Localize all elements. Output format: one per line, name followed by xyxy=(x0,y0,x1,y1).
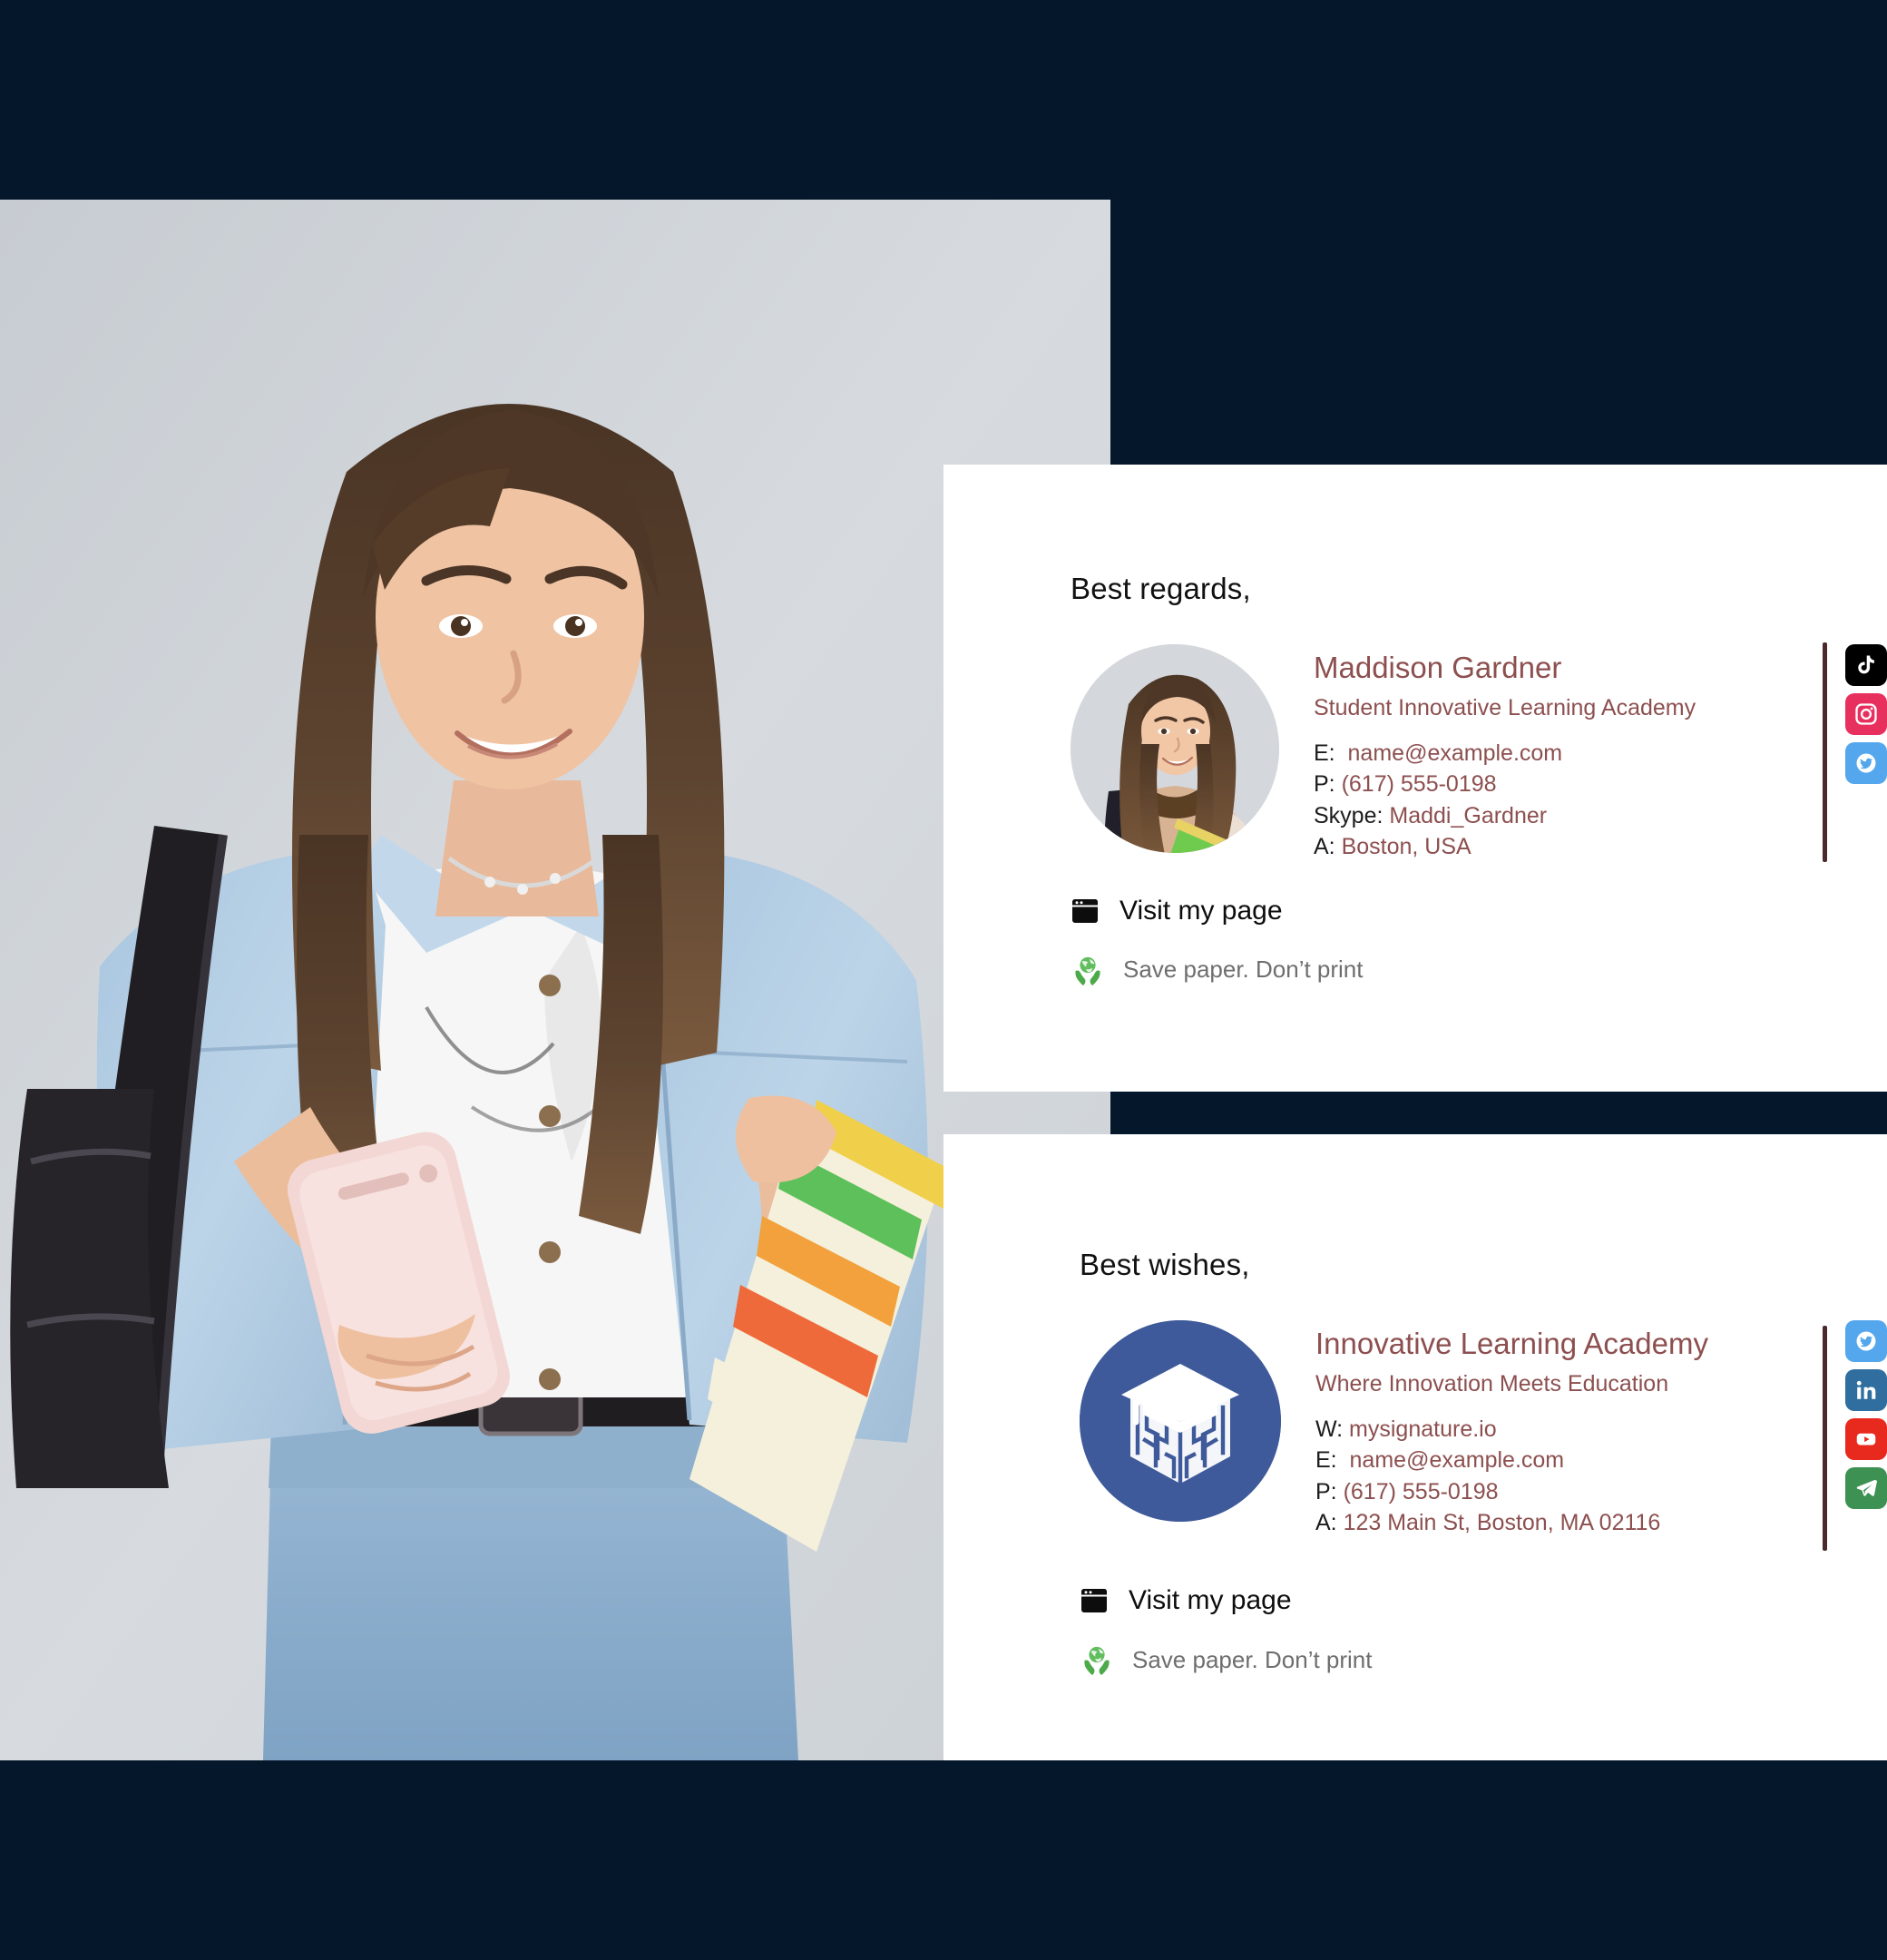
signature-details: Maddison Gardner Student Innovative Lear… xyxy=(1314,644,1804,863)
company-signature-card: Best wishes, Innovative Learning Academy… xyxy=(944,1134,1887,1760)
eco-note-label: Save paper. Don’t print xyxy=(1132,1645,1373,1673)
tiktok-glyph xyxy=(1858,655,1874,674)
company-tagline: Where Innovation Meets Education xyxy=(1315,1371,1669,1397)
browser-window-icon xyxy=(1081,1589,1107,1612)
youtube-glyph xyxy=(1856,1433,1876,1446)
eco-note: Save paper. Don’t print xyxy=(1072,954,1887,986)
avatar xyxy=(1071,644,1279,853)
contact-row-skype[interactable]: Skype: Maddi_Gardner xyxy=(1314,800,1804,832)
contact-label: A: xyxy=(1315,1510,1337,1536)
signature-body: Innovative Learning Academy Where Innova… xyxy=(1080,1320,1887,1551)
contact-value: Boston, USA xyxy=(1341,834,1471,860)
twitter-glyph xyxy=(1856,753,1876,773)
contact-list: E: name@example.com P: (617) 555-0198 Sk… xyxy=(1314,738,1804,863)
student-signature-card: Best regards, Maddison Gardner Student I… xyxy=(944,465,1887,1092)
paper-plane-glyph xyxy=(1856,1479,1877,1496)
contact-row-email[interactable]: E: name@example.com xyxy=(1314,738,1804,769)
company-logo xyxy=(1080,1320,1281,1522)
contact-value[interactable]: (617) 555-0198 xyxy=(1342,771,1497,797)
contact-row-email[interactable]: E: name@example.com xyxy=(1315,1445,1804,1476)
twitter-icon[interactable] xyxy=(1845,1320,1887,1362)
save-paper-eco-icon xyxy=(1084,1646,1110,1675)
eco-note-label: Save paper. Don’t print xyxy=(1123,956,1364,984)
contact-label: P: xyxy=(1314,771,1335,798)
twitter-glyph xyxy=(1856,1331,1876,1351)
contact-row-address: A: Boston, USA xyxy=(1314,831,1804,863)
vertical-divider xyxy=(1823,642,1827,862)
visit-my-page-link[interactable]: Visit my page xyxy=(1080,1585,1887,1616)
visit-my-page-link[interactable]: Visit my page xyxy=(1071,896,1887,926)
contact-label: P: xyxy=(1315,1478,1337,1504)
visit-my-page-label: Visit my page xyxy=(1119,895,1283,926)
contact-list: W: mysignature.io E: name@example.com P:… xyxy=(1315,1414,1804,1539)
telegram-icon[interactable] xyxy=(1845,1467,1887,1509)
contact-value[interactable]: name@example.com xyxy=(1348,740,1563,766)
instagram-glyph xyxy=(1855,703,1877,725)
browser-window-icon xyxy=(1072,898,1098,923)
social-icon-list xyxy=(1845,644,1887,784)
salutation-text: Best regards, xyxy=(1071,572,1251,605)
contact-value[interactable]: (617) 555-0198 xyxy=(1344,1479,1499,1504)
save-paper-eco-icon xyxy=(1075,956,1100,985)
visit-my-page-label: Visit my page xyxy=(1129,1585,1292,1615)
social-rail xyxy=(1823,642,1887,862)
contact-value[interactable]: mysignature.io xyxy=(1349,1416,1497,1442)
signature-body: Maddison Gardner Student Innovative Lear… xyxy=(1071,642,1887,863)
vertical-divider xyxy=(1823,1326,1827,1551)
contact-label: A: xyxy=(1314,834,1335,860)
eco-note: Save paper. Don’t print xyxy=(1081,1643,1887,1676)
contact-row-phone[interactable]: P: (617) 555-0198 xyxy=(1315,1476,1804,1508)
signature-details: Innovative Learning Academy Where Innova… xyxy=(1315,1320,1804,1539)
social-icon-list xyxy=(1845,1320,1887,1509)
tiktok-icon[interactable] xyxy=(1845,644,1887,686)
graduation-cap-cube-logo xyxy=(1080,1320,1281,1522)
contact-value: 123 Main St, Boston, MA 02116 xyxy=(1343,1510,1661,1536)
contact-value[interactable]: name@example.com xyxy=(1350,1447,1565,1473)
avatar-portrait xyxy=(1071,644,1279,853)
signature-job-title: Student Innovative Learning Academy xyxy=(1314,695,1696,721)
signature-name: Maddison Gardner xyxy=(1314,651,1562,684)
salutation-text: Best wishes, xyxy=(1080,1248,1250,1281)
contact-row-address: A: 123 Main St, Boston, MA 02116 xyxy=(1315,1507,1804,1539)
social-rail xyxy=(1823,1320,1887,1551)
contact-label: E: xyxy=(1315,1447,1337,1474)
contact-row-website[interactable]: W: mysignature.io xyxy=(1315,1414,1804,1446)
contact-row-phone[interactable]: P: (617) 555-0198 xyxy=(1314,769,1804,800)
contact-value[interactable]: Maddi_Gardner xyxy=(1389,803,1547,828)
linkedin-glyph xyxy=(1856,1380,1876,1399)
contact-label: E: xyxy=(1314,740,1335,766)
twitter-icon[interactable] xyxy=(1845,742,1887,784)
instagram-icon[interactable] xyxy=(1845,693,1887,735)
contact-label: Skype: xyxy=(1314,802,1383,828)
linkedin-icon[interactable] xyxy=(1845,1369,1887,1411)
youtube-icon[interactable] xyxy=(1845,1418,1887,1460)
contact-label: W: xyxy=(1315,1416,1344,1442)
company-name: Innovative Learning Academy xyxy=(1315,1327,1708,1360)
